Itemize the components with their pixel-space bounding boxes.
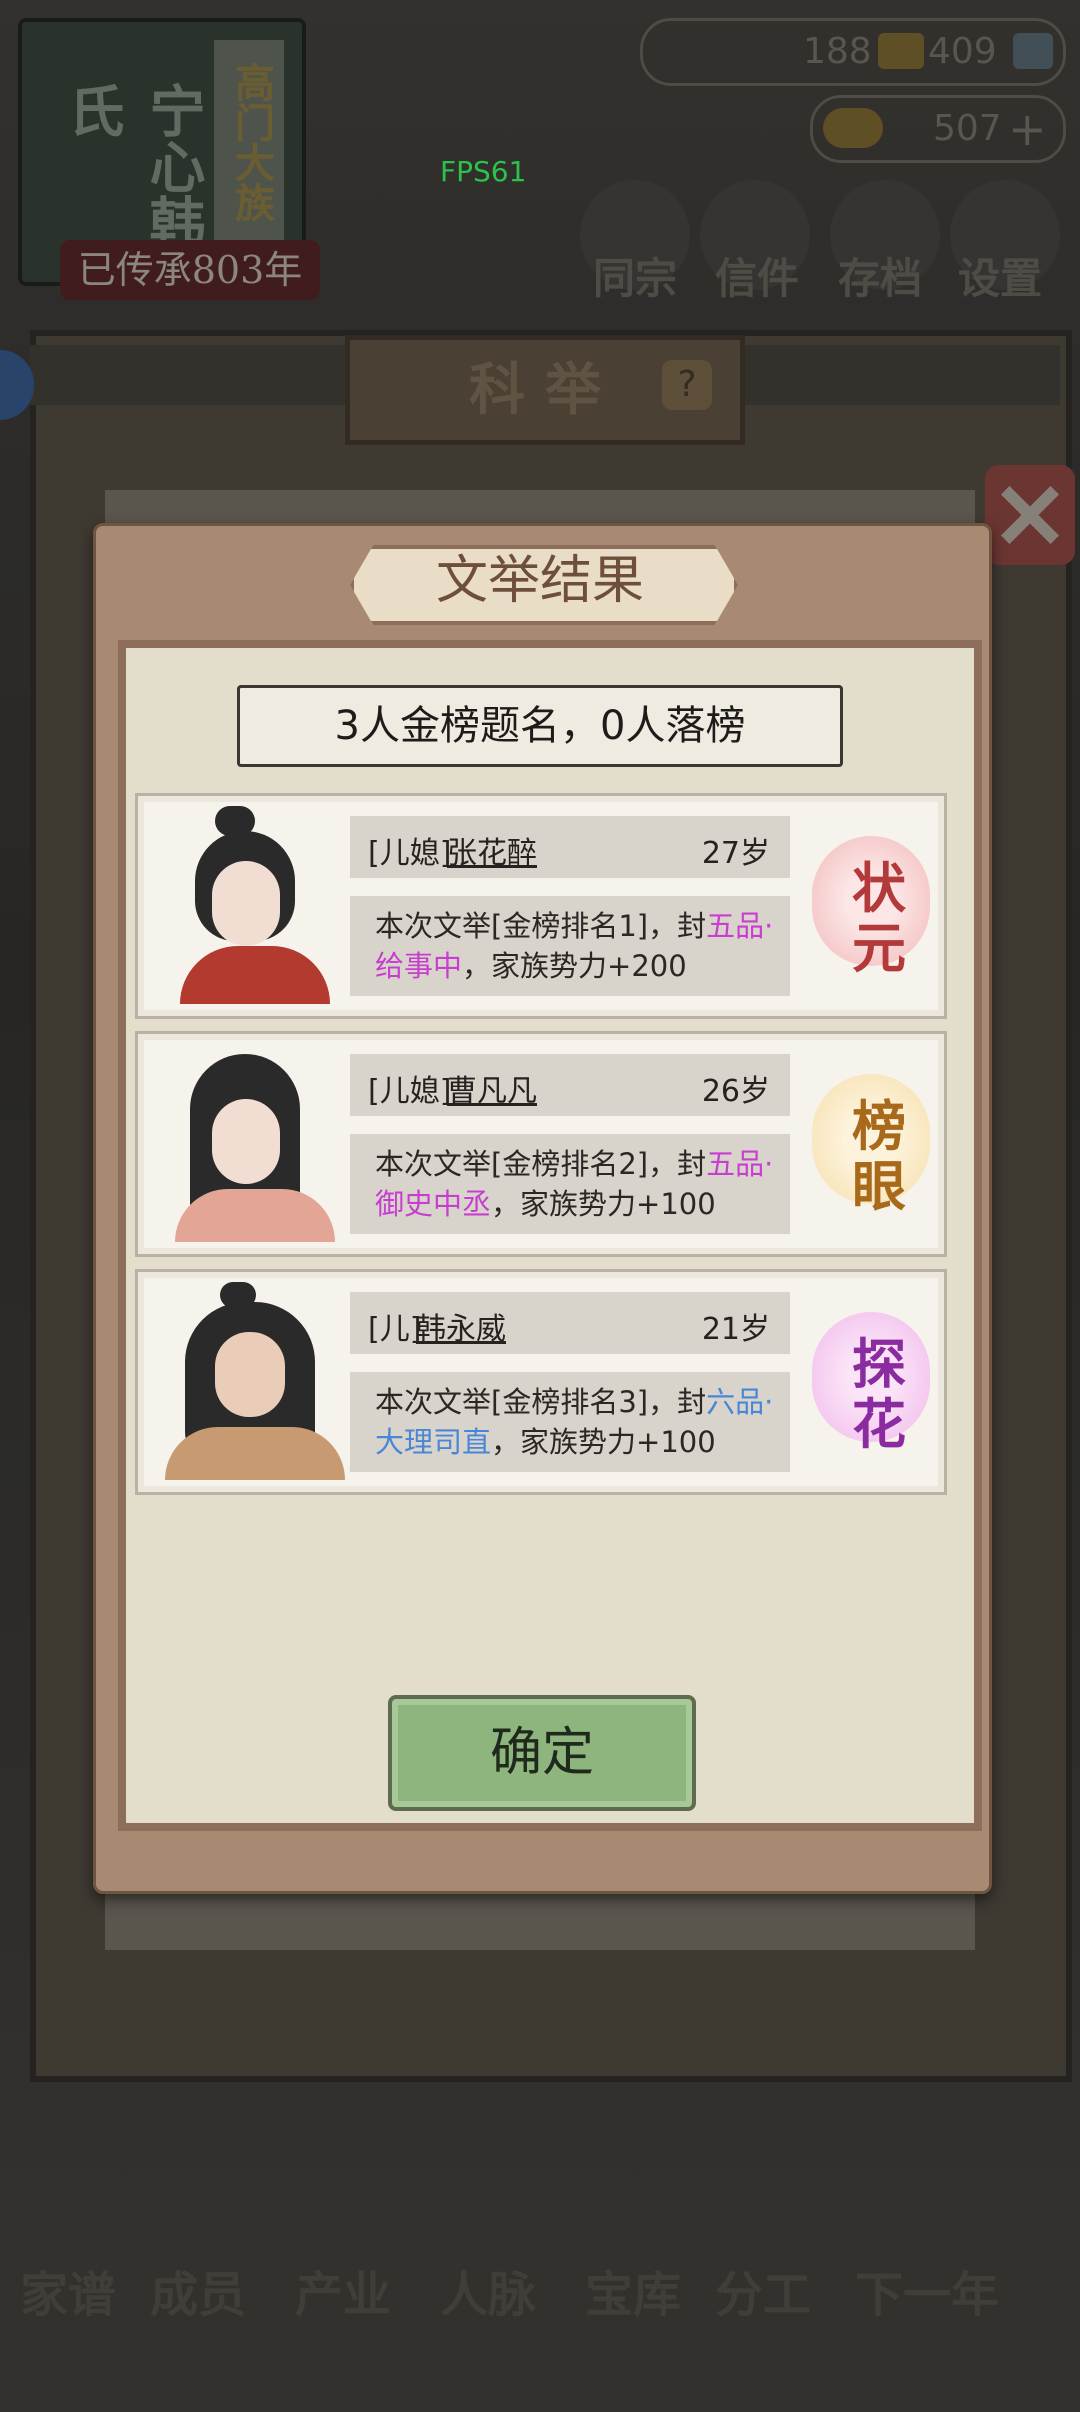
person-name[interactable]: 曹凡凡 xyxy=(447,1066,537,1110)
desc-box-2: 本次文举[金榜排名2]，封五品·御史中丞，家族势力+100 xyxy=(350,1134,790,1234)
relation-label: [儿媳] xyxy=(368,1074,452,1109)
name-box-1: [儿媳] 张花醉 27岁 xyxy=(350,816,790,878)
dialog-title: 文举结果 xyxy=(435,551,644,611)
name-box-2: [儿媳] 曹凡凡 26岁 xyxy=(350,1054,790,1116)
desc-box-1: 本次文举[金榜排名1]，封五品·给事中，家族势力+200 xyxy=(350,896,790,996)
portrait-avatar-1 xyxy=(160,806,350,1004)
confirm-button[interactable]: 确定 xyxy=(388,1695,696,1811)
result-card-1: [儿媳] 张花醉 27岁 本次文举[金榜排名1]，封五品·给事中，家族势力+20… xyxy=(135,793,947,1019)
result-card-2: [儿媳] 曹凡凡 26岁 本次文举[金榜排名2]，封五品·御史中丞，家族势力+1… xyxy=(135,1031,947,1257)
result-desc: 本次文举[金榜排名1]，封五品·给事中，家族势力+200 xyxy=(375,909,774,983)
desc-box-3: 本次文举[金榜排名3]，封六品·大理司直，家族势力+100 xyxy=(350,1372,790,1472)
result-desc: 本次文举[金榜排名3]，封六品·大理司直，家族势力+100 xyxy=(375,1385,774,1459)
person-age: 21岁 xyxy=(701,1312,770,1347)
name-box-3: [儿] 韩永威 21岁 xyxy=(350,1292,790,1354)
person-name[interactable]: 韩永威 xyxy=(416,1304,506,1348)
result-summary: 3人金榜题名，0人落榜 xyxy=(237,685,843,767)
person-name[interactable]: 张花醉 xyxy=(447,828,537,872)
rank-char-2b: 眼 xyxy=(852,1154,906,1218)
portrait-avatar-2 xyxy=(160,1044,350,1242)
rank-char-3b: 花 xyxy=(852,1392,906,1456)
result-card-3: [儿] 韩永威 21岁 本次文举[金榜排名3]，封六品·大理司直，家族势力+10… xyxy=(135,1269,947,1495)
result-desc: 本次文举[金榜排名2]，封五品·御史中丞，家族势力+100 xyxy=(375,1147,774,1221)
person-age: 26岁 xyxy=(701,1074,770,1109)
person-age: 27岁 xyxy=(701,836,770,871)
rank-char-1b: 元 xyxy=(852,916,906,980)
relation-label: [儿媳] xyxy=(368,836,452,871)
relation-label: [儿] xyxy=(368,1312,422,1347)
portrait-avatar-3 xyxy=(160,1282,350,1480)
